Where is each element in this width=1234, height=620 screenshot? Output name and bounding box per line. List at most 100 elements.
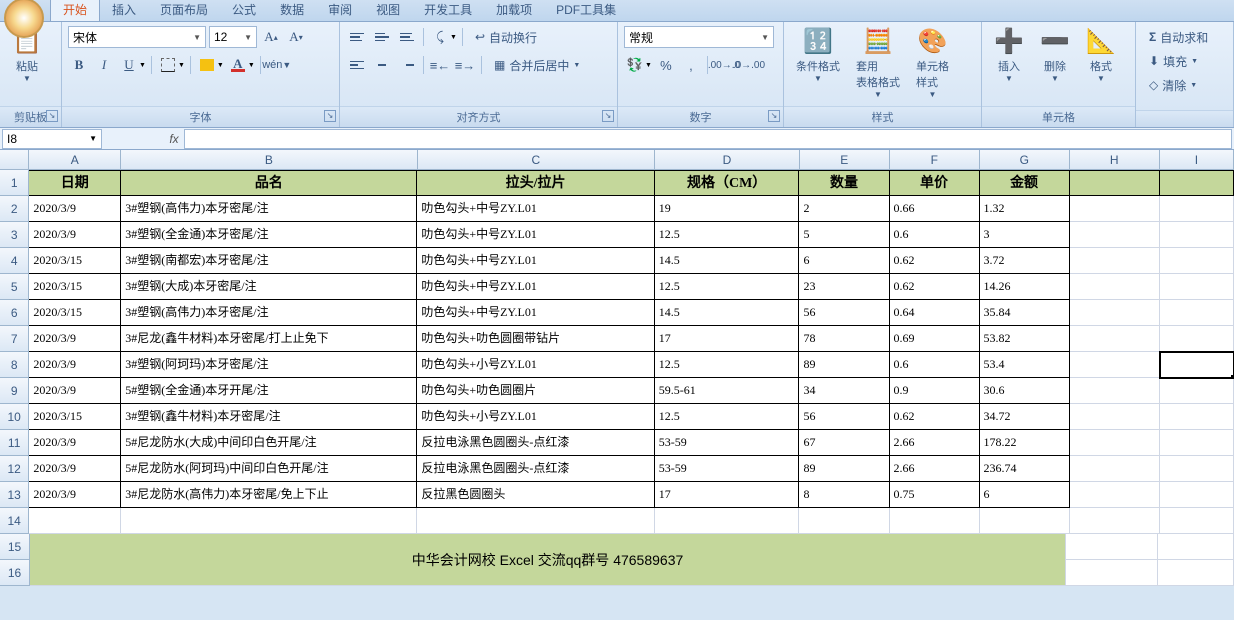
col-header-C[interactable]: C <box>418 150 656 170</box>
cell[interactable]: 12.5 <box>655 352 800 378</box>
cell[interactable]: 2 <box>799 196 889 222</box>
cell[interactable]: 反拉黑色圆圈头 <box>417 482 654 508</box>
col-header-I[interactable]: I <box>1160 150 1234 170</box>
cell[interactable]: 2020/3/9 <box>29 196 121 222</box>
increase-decimal-button[interactable]: .00→.0 <box>713 54 735 76</box>
col-header-F[interactable]: F <box>890 150 980 170</box>
cell[interactable]: 0.69 <box>890 326 980 352</box>
cell[interactable]: 2020/3/15 <box>29 248 121 274</box>
cell[interactable] <box>890 508 980 534</box>
cell[interactable]: 0.62 <box>890 248 980 274</box>
fill-button[interactable]: ⬇填充▼ <box>1142 50 1215 72</box>
autosum-button[interactable]: Σ自动求和 <box>1142 26 1215 48</box>
cell[interactable] <box>1070 430 1160 456</box>
decrease-decimal-button[interactable]: .0→.00 <box>738 54 760 76</box>
cell[interactable]: 6 <box>799 248 889 274</box>
cell[interactable]: 0.6 <box>890 222 980 248</box>
cell[interactable] <box>1070 248 1160 274</box>
select-all-corner[interactable] <box>0 150 29 170</box>
cell[interactable] <box>1066 534 1158 560</box>
tab-视图[interactable]: 视图 <box>364 0 412 21</box>
cell[interactable]: 17 <box>655 482 800 508</box>
cell[interactable] <box>1070 170 1160 196</box>
delete-button[interactable]: ➖删除▼ <box>1034 26 1076 85</box>
merge-center-button[interactable]: ▦合并后居中▼ <box>487 54 587 76</box>
footer-merged-cell[interactable]: 中华会计网校 Excel 交流qq群号 476589637 <box>30 534 1066 586</box>
cell[interactable]: 3.72 <box>980 248 1070 274</box>
formula-input[interactable] <box>184 129 1232 149</box>
cell[interactable]: 2020/3/9 <box>29 430 121 456</box>
cell[interactable]: 236.74 <box>980 456 1070 482</box>
cell[interactable]: 规格（CM） <box>655 170 800 196</box>
cell[interactable] <box>1160 222 1234 248</box>
cell[interactable]: 0.64 <box>890 300 980 326</box>
cell[interactable] <box>1160 274 1234 300</box>
cell[interactable] <box>1160 196 1234 222</box>
cell[interactable]: 品名 <box>121 170 417 196</box>
fx-icon[interactable]: fx <box>164 132 184 146</box>
cell[interactable]: 0.75 <box>890 482 980 508</box>
dialog-launcher[interactable]: ↘ <box>46 110 58 122</box>
cell[interactable]: 拉头/拉片 <box>417 170 654 196</box>
cell[interactable]: 67 <box>799 430 889 456</box>
row-header-16[interactable]: 16 <box>0 560 30 586</box>
cell[interactable]: 2020/3/9 <box>29 326 121 352</box>
cell[interactable]: 14.26 <box>980 274 1070 300</box>
cell[interactable]: 56 <box>799 300 889 326</box>
phonetic-button[interactable]: wén▼ <box>266 54 288 76</box>
col-header-G[interactable]: G <box>980 150 1070 170</box>
font-size-combo[interactable]: 12▼ <box>209 26 257 48</box>
row-header-5[interactable]: 5 <box>0 274 29 300</box>
row-header-14[interactable]: 14 <box>0 508 29 534</box>
cell[interactable] <box>1158 534 1234 560</box>
cell[interactable]: 0.66 <box>890 196 980 222</box>
align-left-button[interactable] <box>346 54 368 76</box>
percent-button[interactable]: % <box>655 54 677 76</box>
tab-PDF工具集[interactable]: PDF工具集 <box>544 0 628 21</box>
cell[interactable] <box>1160 456 1234 482</box>
conditional-format-button[interactable]: 🔢条件格式▼ <box>790 26 846 85</box>
cell[interactable]: 叻色勾头+中号ZY.L01 <box>417 196 654 222</box>
format-as-table-button[interactable]: 🧮套用 表格格式▼ <box>850 26 906 101</box>
cell[interactable]: 叻色勾头+小号ZY.L01 <box>417 352 654 378</box>
row-header-10[interactable]: 10 <box>0 404 29 430</box>
cell[interactable]: 30.6 <box>980 378 1070 404</box>
cell[interactable]: 12.5 <box>655 404 800 430</box>
underline-button[interactable]: U <box>118 54 140 76</box>
cell[interactable]: 3#塑钢(高伟力)本牙密尾/注 <box>121 300 417 326</box>
cell[interactable]: 3#尼龙防水(高伟力)本牙密尾/免上下止 <box>121 482 417 508</box>
cell[interactable]: 0.62 <box>890 274 980 300</box>
increase-font-icon[interactable]: A▴ <box>260 26 282 48</box>
cell[interactable]: 日期 <box>29 170 121 196</box>
cell[interactable]: 叻色勾头+中号ZY.L01 <box>417 274 654 300</box>
cell[interactable] <box>29 508 121 534</box>
cell[interactable]: 53-59 <box>655 456 800 482</box>
decrease-font-icon[interactable]: A▾ <box>285 26 307 48</box>
cell[interactable]: 1.32 <box>980 196 1070 222</box>
spreadsheet[interactable]: ABCDEFGHI1日期品名拉头/拉片规格（CM）数量单价金额22020/3/9… <box>0 150 1234 586</box>
cell[interactable]: 17 <box>655 326 800 352</box>
clear-button[interactable]: ◇清除▼ <box>1142 74 1215 96</box>
cell[interactable]: 3#塑钢(阿珂玛)本牙密尾/注 <box>121 352 417 378</box>
cell[interactable] <box>1070 378 1160 404</box>
cell[interactable] <box>1160 430 1234 456</box>
cell[interactable]: 金额 <box>980 170 1070 196</box>
cell[interactable]: 53.82 <box>980 326 1070 352</box>
row-header-3[interactable]: 3 <box>0 222 29 248</box>
cell[interactable]: 5#塑钢(全金通)本牙开尾/注 <box>121 378 417 404</box>
cell[interactable]: 5#尼龙防水(阿珂玛)中间印白色开尾/注 <box>121 456 417 482</box>
currency-button[interactable]: 💱 <box>624 54 646 76</box>
border-button[interactable] <box>157 54 179 76</box>
cell[interactable]: 2020/3/9 <box>29 352 121 378</box>
tab-数据[interactable]: 数据 <box>268 0 316 21</box>
align-middle-button[interactable] <box>371 26 393 48</box>
cell[interactable] <box>1070 222 1160 248</box>
row-header-11[interactable]: 11 <box>0 430 29 456</box>
dialog-launcher[interactable]: ↘ <box>768 110 780 122</box>
cell[interactable] <box>1070 508 1160 534</box>
cell[interactable]: 89 <box>799 456 889 482</box>
cell[interactable]: 2020/3/15 <box>29 274 121 300</box>
cell[interactable]: 35.84 <box>980 300 1070 326</box>
tab-页面布局[interactable]: 页面布局 <box>148 0 220 21</box>
cell[interactable]: 53.4 <box>980 352 1070 378</box>
